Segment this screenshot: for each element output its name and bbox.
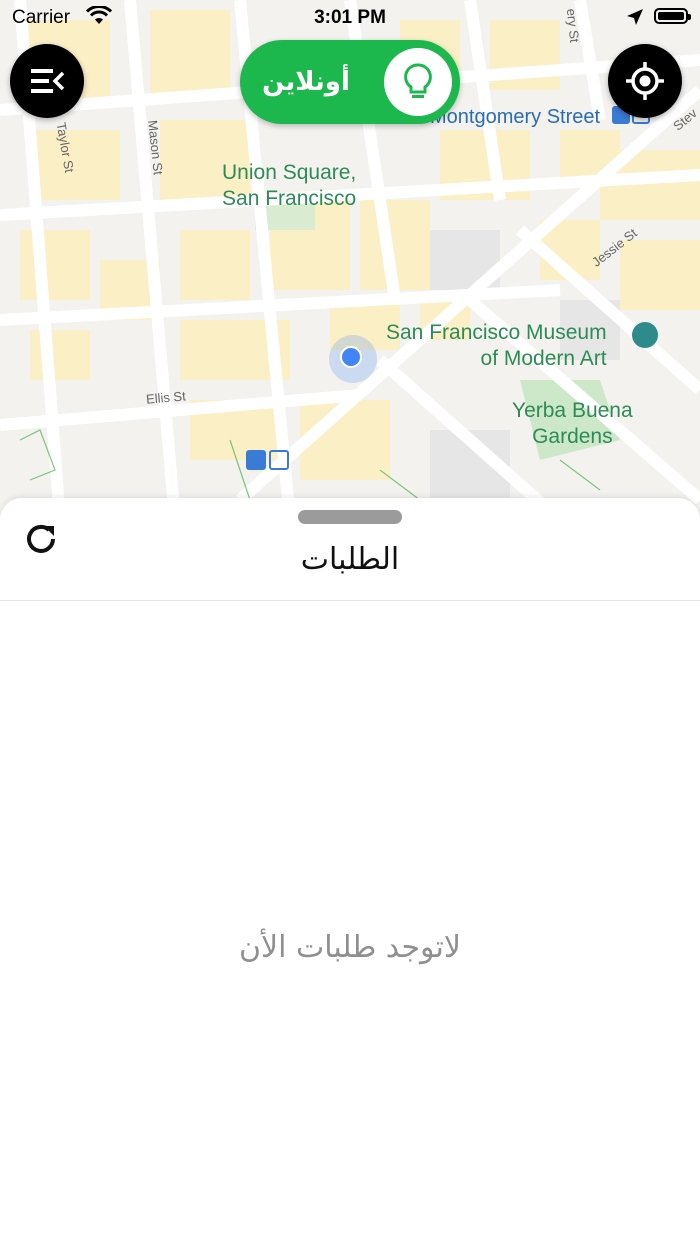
current-location-dot	[329, 335, 377, 383]
crosshair-icon	[626, 62, 664, 100]
menu-collapse-icon	[31, 69, 65, 93]
status-bar: Carrier 3:01 PM	[0, 0, 700, 36]
requests-sheet[interactable]: الطلبات لاتوجد طلبات الأن	[0, 498, 700, 1244]
clock: 3:01 PM	[314, 7, 386, 28]
sheet-drag-handle[interactable]	[298, 510, 402, 524]
transit-station-icon	[246, 450, 292, 472]
online-toggle-knob[interactable]	[384, 48, 452, 116]
place-sfmoma[interactable]: San Francisco Museum of Modern Art	[386, 320, 607, 372]
place-union-square[interactable]: Union Square, San Francisco	[222, 160, 356, 212]
empty-requests-message: لاتوجد طلبات الأن	[238, 930, 462, 965]
online-toggle-label: أونلاين	[262, 67, 350, 97]
sheet-title: الطلبات	[300, 542, 400, 577]
location-arrow-icon	[627, 9, 643, 25]
place-yerba-buena[interactable]: Yerba Buena Gardens	[512, 398, 633, 450]
street-label-montgomery: Montgomery Street	[430, 106, 601, 128]
lightbulb-icon	[404, 63, 432, 98]
museum-icon	[632, 322, 658, 348]
sheet-divider	[0, 600, 700, 601]
battery-icon	[654, 8, 691, 24]
menu-button[interactable]	[10, 44, 84, 118]
online-toggle[interactable]: أونلاين	[240, 40, 460, 124]
locate-me-button[interactable]	[608, 44, 682, 118]
